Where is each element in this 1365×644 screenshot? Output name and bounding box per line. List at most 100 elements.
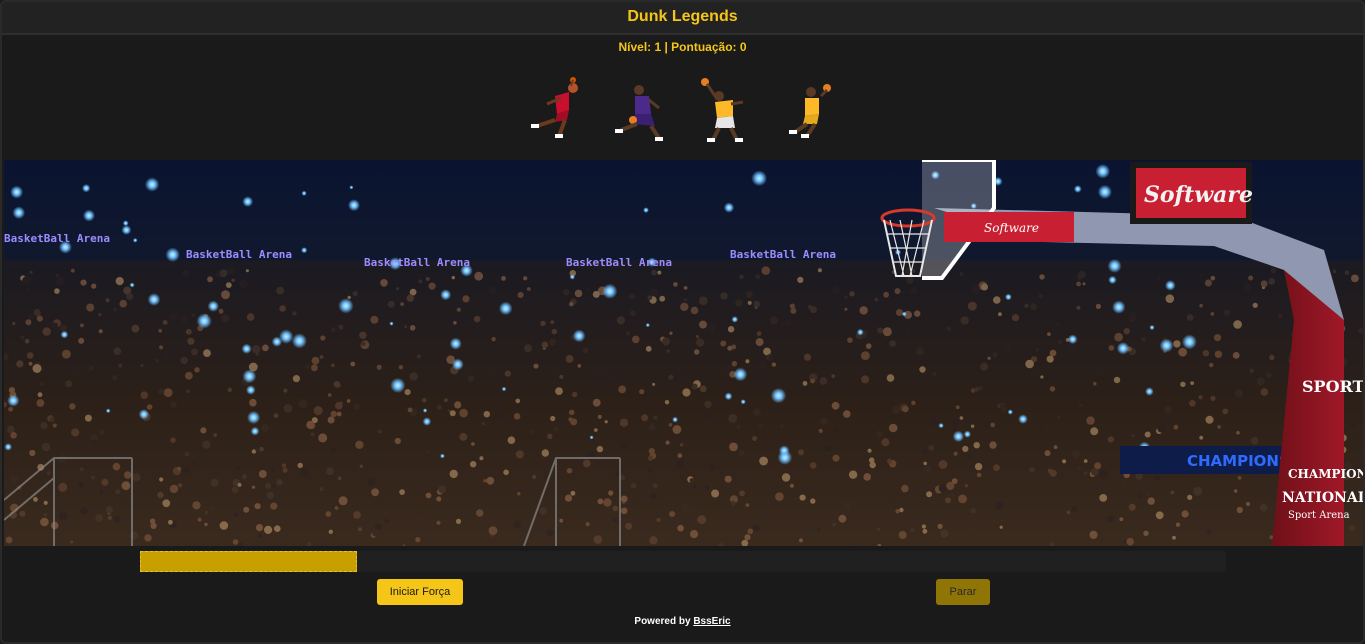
crowd-light — [105, 408, 111, 414]
game-title: Dunk Legends — [627, 8, 738, 25]
level-score-status: Nível: 1 | Pontuação: 0 — [618, 40, 747, 54]
crowd-light — [389, 321, 394, 326]
crowd-light — [751, 170, 768, 187]
game-frame: Dunk Legends Nível: 1 | Pontuação: 0 Bas… — [0, 0, 1365, 644]
arena-scene: BasketBall Arena BasketBall Arena Basket… — [4, 160, 1363, 546]
crowd-light — [7, 394, 20, 407]
pillar-national-text: NATIONAL — [1282, 490, 1363, 506]
player-gold-white-dunk-icon — [700, 78, 743, 142]
banner-3: BasketBall Arena — [364, 256, 470, 269]
crowd-light — [1018, 414, 1028, 424]
crowd-light — [589, 435, 594, 440]
crowd-light — [1005, 293, 1012, 301]
crowd-light — [121, 225, 132, 235]
crowd-light — [740, 399, 746, 405]
crowd-light — [1145, 387, 1154, 396]
crowd-light — [440, 453, 445, 459]
crowd-light — [279, 329, 294, 344]
crowd-light — [250, 426, 260, 436]
crowd-light — [301, 247, 308, 254]
pillar-sport-text: SPORT — [1302, 377, 1363, 396]
footer-prefix: Powered by — [634, 616, 691, 627]
backboard-label: Software — [984, 221, 1039, 235]
crowd-light — [963, 430, 972, 438]
crowd-light — [348, 199, 360, 212]
crowd-light — [672, 416, 678, 423]
player-gold-jersey-white[interactable] — [693, 74, 757, 148]
crowd-light — [440, 289, 452, 301]
crowd-light — [1159, 338, 1174, 353]
author-link[interactable]: BssEric — [693, 616, 730, 627]
crowd-light — [138, 409, 150, 420]
power-meter — [140, 551, 1226, 572]
title-bar: Dunk Legends — [2, 2, 1363, 35]
crowd-light — [422, 408, 428, 413]
footer: Powered by BssEric — [2, 616, 1363, 627]
crowd-light — [10, 185, 24, 199]
crowd-light — [498, 301, 513, 316]
crowd-light — [856, 328, 864, 336]
crowd-light — [572, 329, 586, 343]
stop-button[interactable]: Parar — [936, 579, 990, 605]
crowd-light — [246, 385, 256, 395]
crowd-light — [451, 358, 464, 371]
crowd-light — [165, 247, 180, 262]
player-gold-jersey[interactable] — [777, 74, 841, 148]
crowd-light — [1149, 324, 1155, 331]
crowd-light — [645, 323, 650, 328]
player-gold-dunk-icon — [788, 84, 831, 138]
crowd-light — [1181, 334, 1197, 350]
crowd-light — [132, 238, 138, 243]
crowd-light — [12, 206, 26, 219]
crowd-light — [1112, 300, 1126, 314]
crowd-light — [1107, 258, 1122, 273]
banner-5: BasketBall Arena — [730, 248, 836, 261]
crowd-light — [643, 207, 649, 213]
crowd-light — [390, 377, 406, 393]
crowd-light — [196, 313, 212, 329]
crowd-light — [1108, 275, 1117, 285]
crowd-light — [901, 311, 907, 317]
crowd-light — [241, 343, 252, 354]
svg-text:BasketBall Arena: BasketBall Arena — [730, 248, 836, 261]
software-sign-text: Software — [1144, 182, 1253, 208]
player-red-dunk-icon — [530, 77, 578, 138]
crowd-light — [1097, 184, 1112, 199]
crowd-light — [770, 387, 787, 404]
crowd-light — [1165, 280, 1176, 291]
pillar-sport-arena-text: Sport Arena — [1288, 510, 1350, 521]
crowd-light — [731, 316, 739, 323]
svg-text:BasketBall Arena: BasketBall Arena — [4, 232, 110, 245]
crowd-light — [1007, 409, 1013, 415]
player-purple-dunk-icon — [614, 85, 663, 141]
svg-text:BasketBall Arena: BasketBall Arena — [364, 256, 470, 269]
power-meter-fill — [140, 551, 358, 572]
crowd-light — [449, 337, 462, 350]
banner-2: BasketBall Arena — [186, 248, 292, 261]
crowd-light — [1095, 164, 1111, 179]
crowd-light — [349, 185, 354, 190]
crowd-light — [1067, 334, 1078, 345]
crowd-light — [1073, 185, 1082, 193]
player-purple-jersey[interactable] — [609, 74, 673, 148]
svg-text:BasketBall Arena: BasketBall Arena — [566, 256, 672, 269]
crowd-light — [207, 300, 219, 312]
start-power-button[interactable]: Iniciar Força — [377, 579, 463, 605]
crowd-light — [723, 202, 735, 213]
crowd-light — [777, 450, 793, 465]
banner-1: BasketBall Arena — [4, 232, 110, 245]
crowd-light — [569, 274, 575, 280]
crowd-light — [242, 196, 254, 207]
crowd-light — [602, 283, 618, 299]
crowd-light — [724, 392, 733, 401]
banner-4: BasketBall Arena — [566, 256, 672, 269]
crowd-light — [291, 333, 307, 349]
crowd-light — [733, 367, 748, 382]
crowd-light — [952, 430, 965, 443]
arena-background: BasketBall Arena BasketBall Arena Basket… — [4, 160, 1363, 546]
crowd-light — [1116, 342, 1130, 355]
crowd-light — [938, 422, 944, 429]
svg-text:BasketBall Arena: BasketBall Arena — [186, 248, 292, 261]
crowd-light — [247, 410, 261, 425]
player-red-jersey[interactable] — [525, 74, 589, 148]
